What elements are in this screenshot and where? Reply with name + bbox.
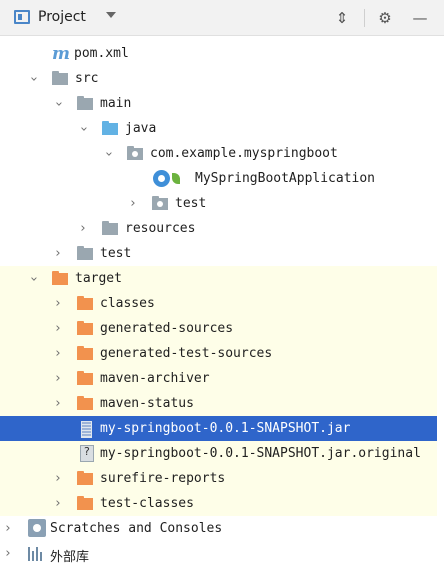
chevron-right-icon[interactable]: › [51, 472, 65, 486]
chevron-right-icon[interactable]: › [51, 397, 65, 411]
tree-item-target[interactable]: › target [0, 266, 437, 291]
tree-item-label: MySpringBootApplication [195, 171, 376, 186]
tree-item-surefire-reports[interactable]: › surefire-reports [0, 466, 437, 491]
tree-item-pom-xml[interactable]: m pom.xml [0, 41, 437, 66]
chevron-down-icon[interactable]: › [26, 272, 41, 286]
tree-item-label: generated-test-sources [100, 346, 273, 361]
excluded-folder-icon [52, 271, 68, 285]
excluded-folder-icon [77, 396, 93, 410]
source-folder-icon [102, 121, 118, 135]
tree-item-test-package[interactable]: › test [0, 191, 437, 216]
resources-folder-icon [102, 221, 118, 235]
library-icon [28, 547, 44, 561]
tree-item-application-class[interactable]: MySpringBootApplication [0, 166, 437, 191]
tree-item-external-libraries[interactable]: › 外部库 [0, 541, 437, 566]
tree-item-label: com.example.myspringboot [150, 146, 338, 161]
chevron-down-icon[interactable]: › [76, 122, 91, 136]
gear-icon[interactable]: ⚙ [375, 8, 395, 28]
tree-item-package[interactable]: › com.example.myspringboot [0, 141, 437, 166]
package-icon [152, 196, 168, 210]
scratches-icon [28, 519, 46, 537]
tree-item-snapshot-jar[interactable]: my-springboot-0.0.1-SNAPSHOT.jar [0, 416, 437, 441]
maven-file-icon: m [52, 44, 70, 64]
chevron-right-icon[interactable]: › [51, 347, 65, 361]
chevron-down-icon[interactable] [106, 12, 116, 18]
tree-item-label: Scratches and Consoles [50, 521, 223, 536]
tree-item-label: maven-archiver [100, 371, 210, 386]
excluded-folder-icon [77, 296, 93, 310]
project-view-icon [14, 10, 30, 24]
chevron-right-icon[interactable]: › [126, 197, 140, 211]
tree-item-test-classes[interactable]: › test-classes [0, 491, 437, 516]
view-selector-label[interactable]: Project [38, 9, 86, 25]
tree-item-label: maven-status [100, 396, 194, 411]
toolbar-separator [364, 9, 365, 27]
excluded-folder-icon [77, 471, 93, 485]
folder-icon [77, 96, 93, 110]
package-icon [127, 146, 143, 160]
tree-item-generated-test-sources[interactable]: › generated-test-sources [0, 341, 437, 366]
chevron-right-icon[interactable]: › [76, 222, 90, 236]
chevron-right-icon[interactable]: › [51, 322, 65, 336]
chevron-right-icon[interactable]: › [1, 547, 15, 561]
tree-item-resources[interactable]: › resources [0, 216, 437, 241]
tree-item-label: test [100, 246, 132, 261]
chevron-down-icon[interactable]: › [101, 147, 116, 161]
tree-item-label: src [75, 71, 99, 86]
project-tool-window: Project ⇕ ⚙ — m pom.xml › src › main › j… [0, 0, 444, 575]
chevron-right-icon[interactable]: › [51, 497, 65, 511]
tree-item-label: generated-sources [100, 321, 234, 336]
chevron-right-icon[interactable]: › [51, 372, 65, 386]
tree-item-label: test-classes [100, 496, 194, 511]
excluded-folder-icon [77, 496, 93, 510]
spring-boot-class-icon [153, 169, 181, 188]
jar-file-icon [81, 421, 92, 438]
tree-item-src[interactable]: › src [0, 66, 437, 91]
tool-window-header: Project ⇕ ⚙ — [0, 0, 444, 36]
collapse-all-icon[interactable]: ⇕ [332, 8, 352, 28]
tree-item-label: resources [125, 221, 196, 236]
excluded-folder-icon [77, 371, 93, 385]
tree-item-maven-status[interactable]: › maven-status [0, 391, 437, 416]
tree-item-label: pom.xml [74, 46, 129, 61]
tree-item-scratches[interactable]: › Scratches and Consoles [0, 516, 437, 541]
tree-item-snapshot-jar-original[interactable]: ? my-springboot-0.0.1-SNAPSHOT.jar.origi… [0, 441, 437, 466]
chevron-right-icon[interactable]: › [51, 297, 65, 311]
tree-item-java[interactable]: › java [0, 116, 437, 141]
chevron-down-icon[interactable]: › [26, 72, 41, 86]
tree-item-label: main [100, 96, 132, 111]
minimize-icon[interactable]: — [410, 8, 430, 28]
excluded-folder-icon [77, 346, 93, 360]
chevron-down-icon[interactable]: › [51, 97, 66, 111]
tree-item-label: classes [100, 296, 155, 311]
unknown-file-icon: ? [80, 445, 94, 462]
chevron-right-icon[interactable]: › [51, 247, 65, 261]
tree-item-label: java [125, 121, 157, 136]
project-tree[interactable]: m pom.xml › src › main › java › com.exam… [0, 36, 437, 575]
tree-item-generated-sources[interactable]: › generated-sources [0, 316, 437, 341]
chevron-right-icon[interactable]: › [1, 522, 15, 536]
excluded-folder-icon [77, 321, 93, 335]
tree-item-maven-archiver[interactable]: › maven-archiver [0, 366, 437, 391]
tree-item-label: surefire-reports [100, 471, 226, 486]
tree-item-classes[interactable]: › classes [0, 291, 437, 316]
tree-item-label: target [75, 271, 122, 286]
folder-icon [52, 71, 68, 85]
tree-item-label: my-springboot-0.0.1-SNAPSHOT.jar [100, 421, 351, 436]
tree-item-main[interactable]: › main [0, 91, 437, 116]
tree-item-test[interactable]: › test [0, 241, 437, 266]
tree-item-label: test [175, 196, 207, 211]
tree-item-label: 外部库 [50, 550, 90, 565]
tree-item-label: my-springboot-0.0.1-SNAPSHOT.jar.origina… [100, 446, 421, 461]
folder-icon [77, 246, 93, 260]
